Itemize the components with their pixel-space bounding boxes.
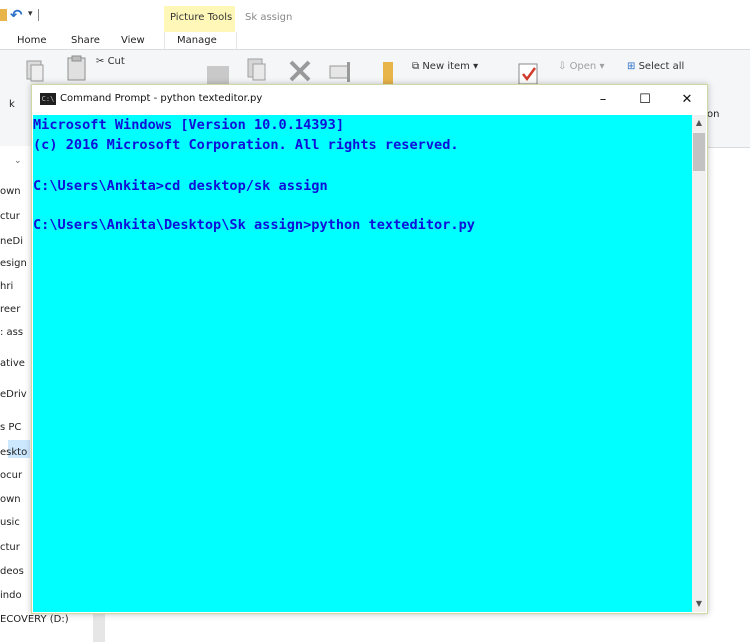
nav-item[interactable]: : ass (0, 327, 23, 338)
ribbon-partial-text-left: k (9, 99, 15, 110)
select-all-button[interactable]: ⊞ Select all (627, 61, 684, 72)
nav-item[interactable]: eDriv (0, 389, 27, 400)
nav-item[interactable]: ECOVERY (D:) (0, 614, 69, 625)
nav-item[interactable]: s PC (0, 422, 21, 433)
new-item-icon: ⧉ (412, 61, 423, 72)
ribbon-partial-text-right: on (707, 109, 720, 120)
quick-access-separator (38, 9, 39, 21)
nav-item[interactable]: deos (0, 566, 24, 577)
tab-manage[interactable]: Manage (177, 35, 217, 46)
delete-icon[interactable] (287, 58, 315, 84)
nav-item[interactable]: own (0, 186, 21, 197)
nav-item[interactable]: ative (0, 358, 25, 369)
cmd-titlebar[interactable]: C:\ Command Prompt - python texteditor.p… (32, 85, 707, 115)
cmd-vertical-scrollbar[interactable]: ▲ ▼ (692, 115, 706, 612)
ribbon-tabs: Home Share View Manage (0, 32, 750, 49)
scrollbar-thumb[interactable] (693, 133, 705, 171)
scroll-up-arrow-icon[interactable]: ▲ (692, 115, 706, 131)
nav-item[interactable]: indo (0, 590, 22, 601)
rename-icon[interactable] (327, 58, 355, 84)
console-line: C:\Users\Ankita>cd desktop/sk assign (33, 178, 328, 194)
copy-to-icon[interactable] (245, 56, 269, 84)
folder-icon (0, 9, 7, 21)
quick-access-dropdown-icon[interactable]: ▾ (28, 9, 33, 19)
console-line: (c) 2016 Microsoft Corporation. All righ… (33, 137, 459, 153)
nav-item[interactable]: usic (0, 517, 20, 528)
minimize-button[interactable]: – (582, 85, 624, 115)
new-folder-icon[interactable] (381, 56, 395, 86)
undo-icon[interactable]: ↶ (10, 6, 23, 24)
console-line: C:\Users\Ankita\Desktop\Sk assign>python… (33, 217, 475, 233)
nav-item[interactable]: reer (0, 304, 20, 315)
select-all-label: Select all (638, 61, 685, 72)
tab-share[interactable]: Share (71, 35, 100, 46)
copy-icon[interactable] (24, 58, 46, 84)
tab-view[interactable]: View (121, 35, 145, 46)
new-item-label: New item ▾ (422, 61, 479, 72)
nav-item[interactable]: ocur (0, 470, 22, 481)
open-button[interactable]: ⇩ Open ▾ (558, 61, 604, 72)
select-all-icon: ⊞ (627, 61, 639, 72)
command-prompt-icon: C:\ (40, 93, 56, 105)
picture-tools-label: Picture Tools (170, 12, 233, 23)
explorer-titlebar: ↶ ▾ Picture Tools Sk assign (0, 0, 750, 32)
tab-home[interactable]: Home (17, 35, 47, 46)
maximize-button[interactable]: ☐ (624, 85, 666, 115)
cut-button[interactable]: ✂ Cut (96, 56, 125, 67)
nav-item[interactable]: ctur (0, 542, 20, 553)
close-button[interactable]: ✕ (666, 85, 708, 115)
console-line: Microsoft Windows [Version 10.0.14393] (33, 117, 344, 133)
new-item-button[interactable]: ⧉ New item ▾ (412, 61, 478, 72)
nav-item[interactable]: neDi (0, 236, 23, 247)
nav-item[interactable]: own (0, 494, 21, 505)
paste-icon[interactable] (66, 54, 88, 84)
nav-item[interactable]: esign (0, 258, 27, 269)
open-label: Open ▾ (569, 61, 605, 72)
nav-item[interactable]: ctur (0, 211, 20, 222)
nav-item[interactable]: hri (0, 281, 13, 292)
console-output-area[interactable]: Microsoft Windows [Version 10.0.14393] (… (33, 115, 692, 612)
command-prompt-window: C:\ Command Prompt - python texteditor.p… (31, 84, 708, 614)
nav-item[interactable]: eskto (0, 447, 27, 458)
properties-icon[interactable] (517, 60, 541, 86)
move-to-icon[interactable] (205, 60, 233, 86)
scroll-down-arrow-icon[interactable]: ▼ (692, 596, 706, 612)
open-icon: ⇩ (558, 61, 570, 72)
window-title: Sk assign (245, 12, 293, 23)
chevron-down-icon[interactable]: ⌄ (14, 156, 22, 166)
cmd-window-title: Command Prompt - python texteditor.py (60, 93, 263, 104)
scissors-icon: ✂ (96, 56, 108, 67)
cut-label: Cut (107, 56, 125, 67)
